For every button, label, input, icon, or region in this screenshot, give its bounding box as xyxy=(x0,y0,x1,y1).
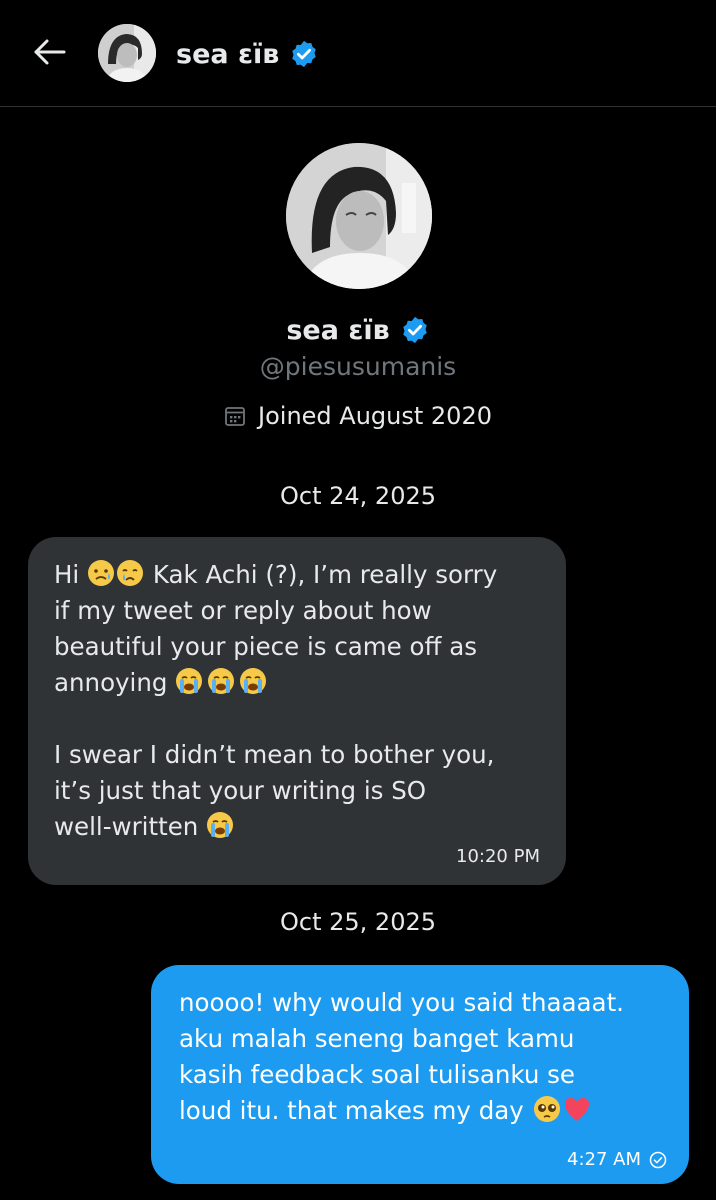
check-circle-icon xyxy=(649,1151,667,1168)
message-text: Hi Kak Achi (?), I’m really sorry if my … xyxy=(54,560,498,841)
profile-avatar[interactable] xyxy=(286,143,432,289)
message-time: 10:20 PM xyxy=(456,846,540,867)
profile-display-name: sea εïв xyxy=(286,314,390,346)
date-separator: Oct 24, 2025 xyxy=(280,482,436,510)
message-bubble-outgoing[interactable]: noooo! why would you said thaaaat. aku m… xyxy=(151,965,689,1184)
header-avatar[interactable] xyxy=(98,24,156,82)
header-user[interactable]: sea εïв xyxy=(176,36,319,72)
date-separator: Oct 25, 2025 xyxy=(280,908,436,936)
loudly-crying-emoji-icon xyxy=(207,812,234,838)
verified-badge-icon xyxy=(292,40,317,68)
message-text: noooo! why would you said thaaaat. aku m… xyxy=(179,988,624,1125)
back-button[interactable] xyxy=(30,32,70,72)
crying-face-emoji-icon xyxy=(88,560,144,586)
dm-conversation: sea εïв sea εïв @piesusumanis Joined Aug… xyxy=(0,0,716,1200)
message-bubble-incoming[interactable]: Hi Kak Achi (?), I’m really sorry if my … xyxy=(28,537,566,885)
joined-text: Joined August 2020 xyxy=(258,402,492,430)
red-heart-emoji-icon xyxy=(564,1098,589,1121)
profile-handle: @piesusumanis xyxy=(259,352,457,381)
message-time: 4:27 AM xyxy=(567,1149,641,1170)
profile-joined: Joined August 2020 xyxy=(0,398,716,434)
conversation-header: sea εïв xyxy=(0,0,716,107)
arrow-left-icon xyxy=(34,39,66,65)
pleading-face-emoji-icon xyxy=(533,1096,560,1122)
calendar-icon xyxy=(225,407,245,426)
header-username: sea εïв xyxy=(176,38,280,70)
profile-name: sea εïв xyxy=(0,310,716,350)
message-meta: 4:27 AM xyxy=(567,1149,667,1170)
verified-badge-icon xyxy=(402,316,427,344)
loudly-crying-emoji-icon xyxy=(176,668,267,694)
